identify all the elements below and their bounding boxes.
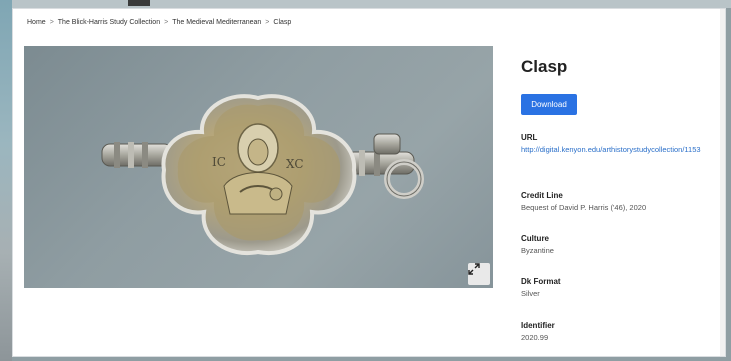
metadata-value: Bequest of David P. Harris ('46), 2020 [521, 203, 647, 212]
breadcrumb-separator: > [265, 19, 270, 26]
metadata-label: Dk Format [521, 277, 561, 286]
metadata-dk-format: Dk Format Silver [521, 277, 721, 299]
item-card: Home > The Blick-Harris Study Collection > T… [12, 8, 726, 357]
expand-image-button[interactable] [468, 263, 490, 285]
metadata-credit-line: Credit Line Bequest of David P. Harris (… [521, 191, 721, 213]
svg-text:XC: XC [286, 157, 304, 171]
metadata-label: Culture [521, 234, 549, 243]
download-button[interactable]: Download [521, 94, 577, 115]
metadata-label: URL [521, 133, 538, 142]
scrollbar[interactable] [720, 9, 725, 356]
metadata-url: URL http://digital.kenyon.edu/arthistory… [521, 133, 721, 155]
breadcrumb-collection[interactable]: The Blick-Harris Study Collection [58, 19, 160, 26]
background-top [0, 0, 731, 8]
item-image: IC XC [24, 46, 493, 288]
metadata-identifier: Identifier 2020.99 [521, 321, 721, 343]
metadata-culture: Culture Byzantine [521, 234, 721, 256]
metadata-value: Silver [521, 289, 540, 298]
breadcrumb-home[interactable]: Home [27, 19, 46, 26]
clasp-photo: IC XC [101, 94, 424, 256]
breadcrumb-separator: > [49, 19, 54, 26]
background-left [0, 0, 12, 361]
svg-text:IC: IC [212, 155, 226, 169]
metadata-value: Byzantine [521, 246, 554, 255]
item-url-link[interactable]: http://digital.kenyon.edu/arthistorystud… [521, 144, 721, 155]
breadcrumb-separator: > [164, 19, 169, 26]
breadcrumb-category[interactable]: The Medieval Mediterranean [172, 19, 261, 26]
metadata-label: Credit Line [521, 191, 563, 200]
metadata-label: Identifier [521, 321, 555, 330]
background-tab [128, 0, 150, 6]
breadcrumb-current: Clasp [273, 19, 292, 26]
page-title: Clasp [521, 57, 568, 76]
breadcrumb: Home > The Blick-Harris Study Collection > T… [27, 19, 291, 26]
metadata-value: 2020.99 [521, 333, 549, 342]
